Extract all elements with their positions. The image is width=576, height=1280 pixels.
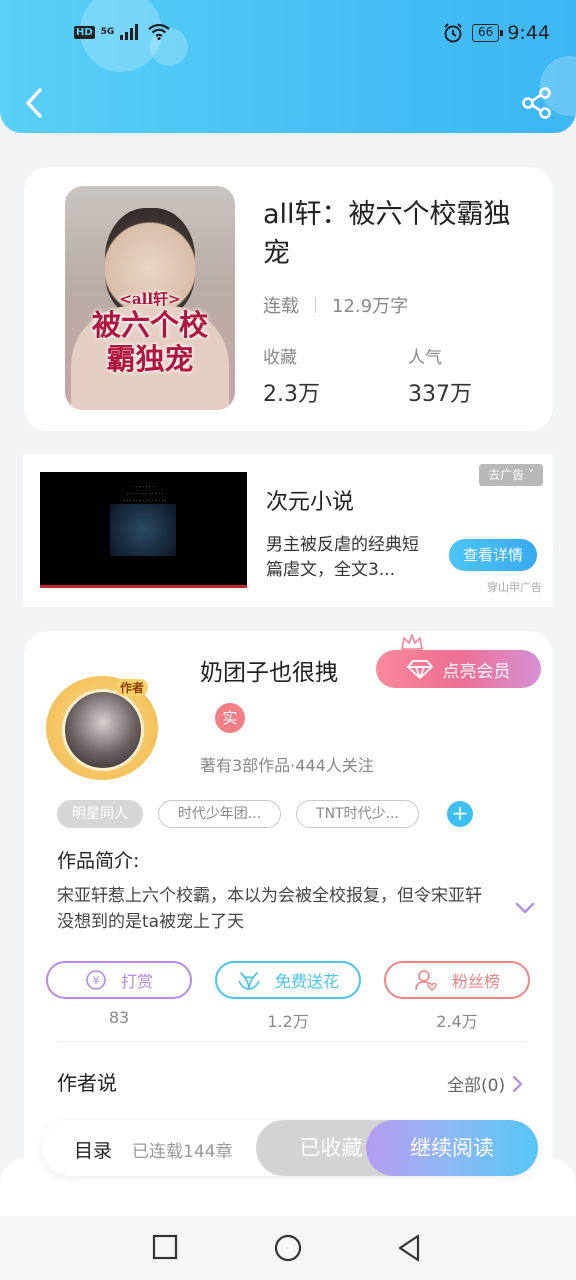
svg-text:¥: ¥ <box>92 974 99 987</box>
signal-icon <box>120 24 139 40</box>
send-flower-button[interactable]: 免费送花 <box>215 961 361 999</box>
flower-count: 1.2万 <box>267 1012 309 1031</box>
favorites-value: 2.3万 <box>263 382 320 407</box>
back-nav-icon[interactable] <box>396 1234 422 1262</box>
chevron-right-icon <box>512 1075 523 1092</box>
verified-badge: 实 <box>215 703 245 733</box>
ad-video-progress <box>40 585 247 588</box>
book-title: all轩：被六个校霸独宠 <box>263 199 511 269</box>
fans-ranking-button[interactable]: 粉丝榜 <box>384 961 530 999</box>
author-badge: 作者 <box>116 679 149 696</box>
toc-button[interactable]: 目录 <box>74 1136 112 1163</box>
alarm-icon <box>444 23 462 43</box>
vip-button[interactable]: 点亮会员 <box>376 650 541 688</box>
vip-button-label: 点亮会员 <box>442 661 511 682</box>
avatar-image <box>62 689 144 771</box>
ad-video-caption: · · · · · · · · · · · · · · · · · · · · · … <box>123 484 167 504</box>
share-icon[interactable] <box>520 86 554 120</box>
meta-divider <box>315 297 316 313</box>
reward-label: 打赏 <box>120 972 153 991</box>
section-divider <box>57 1041 527 1042</box>
tag-item[interactable]: 时代少年团... <box>158 800 281 828</box>
bottom-action-bar: 目录 已连载144章 已收藏 继续阅读 <box>42 1120 538 1176</box>
author-name[interactable]: 奶团子也很拽 <box>200 653 338 687</box>
author-stats: 著有3部作品·444人关注 <box>200 756 374 775</box>
word-count: 12.9万字 <box>332 296 409 317</box>
fans-count: 2.4万 <box>436 1012 478 1031</box>
popularity-value: 337万 <box>408 382 472 407</box>
reward-count: 83 <box>108 1008 130 1027</box>
ad-description: 男主被反虐的经典短篇虐文，全文3... <box>266 535 419 580</box>
chapter-count[interactable]: 已连载144章 <box>132 1137 232 1162</box>
header: HD 5G 66 9:44 <box>0 0 576 133</box>
battery-indicator: 66 <box>472 24 504 42</box>
recent-apps-icon[interactable] <box>152 1234 178 1260</box>
reward-button[interactable]: ¥ 打赏 <box>46 961 192 999</box>
ad-details-button[interactable]: 查看详情 <box>449 539 537 571</box>
back-icon[interactable] <box>20 86 50 120</box>
add-tag-button[interactable]: + <box>447 801 473 827</box>
home-icon[interactable] <box>274 1234 302 1262</box>
cover-main-title: 被六个校霸独宠 <box>91 308 208 376</box>
ad-card[interactable]: · · · · · · · · · · · · · · · · · · · · · … <box>23 454 553 607</box>
popularity-label: 人气 <box>408 348 442 368</box>
flower-icon <box>238 972 260 990</box>
send-flower-label: 免费送花 <box>274 972 339 991</box>
crown-icon <box>401 634 423 650</box>
book-meta: 连载 12.9万字 <box>263 292 408 318</box>
intro-label: 作品简介: <box>57 850 140 872</box>
diamond-icon <box>406 660 433 679</box>
status-bar: HD 5G 66 9:44 <box>0 22 576 50</box>
wifi-icon <box>148 24 171 40</box>
hd-indicator: HD <box>74 25 95 39</box>
reward-icon: ¥ <box>86 970 106 990</box>
author-avatar[interactable]: 作者 <box>46 671 166 781</box>
ad-video-thumbnail[interactable]: · · · · · · · · · · · · · · · · · · · · · … <box>40 472 247 588</box>
author-says-all-link[interactable]: 全部(0) <box>447 1071 523 1096</box>
clock: 9:44 <box>507 22 550 44</box>
book-cover[interactable]: <all轩> 被六个校霸独宠 <box>65 186 235 410</box>
chevron-down-icon: ˅ <box>524 468 534 482</box>
ad-source: 穿山甲广告 <box>487 581 542 594</box>
serial-status: 连载 <box>263 296 299 317</box>
tag-item[interactable]: TNT时代少... <box>296 800 419 828</box>
system-navigation-bar <box>0 1216 576 1280</box>
ad-title: 次元小说 <box>266 490 355 515</box>
cover-subtitle: <all轩> <box>119 290 181 308</box>
chevron-down-icon[interactable] <box>514 899 536 917</box>
intro-text: 宋亚轩惹上六个校霸，本以为会被全校报复，但令宋亚轩没想到的是ta被宠上了天 <box>57 886 482 932</box>
fans-ranking-label: 粉丝榜 <box>451 972 500 991</box>
fans-icon <box>415 970 437 991</box>
cover-title-art: <all轩> 被六个校霸独宠 <box>65 290 235 376</box>
tag-item[interactable]: 明星同人 <box>57 800 143 828</box>
remove-ad-button[interactable]: 去广告 ˅ <box>479 464 543 486</box>
remove-ad-label: 去广告 <box>488 468 525 482</box>
author-says-label: 作者说 <box>57 1071 117 1095</box>
author-card: 作者 奶团子也很拽 点亮会员 实 著有3部作品·444人关注 明星同人 时代少年… <box>24 631 553 1191</box>
continue-reading-button[interactable]: 继续阅读 <box>366 1120 538 1176</box>
author-says-all-label: 全部(0) <box>447 1076 506 1096</box>
book-info-card: <all轩> 被六个校霸独宠 all轩：被六个校霸独宠 连载 12.9万字 收藏… <box>24 167 553 431</box>
favorites-label: 收藏 <box>263 348 297 368</box>
network-type: 5G <box>100 27 115 37</box>
ad-video-scene <box>110 504 176 556</box>
